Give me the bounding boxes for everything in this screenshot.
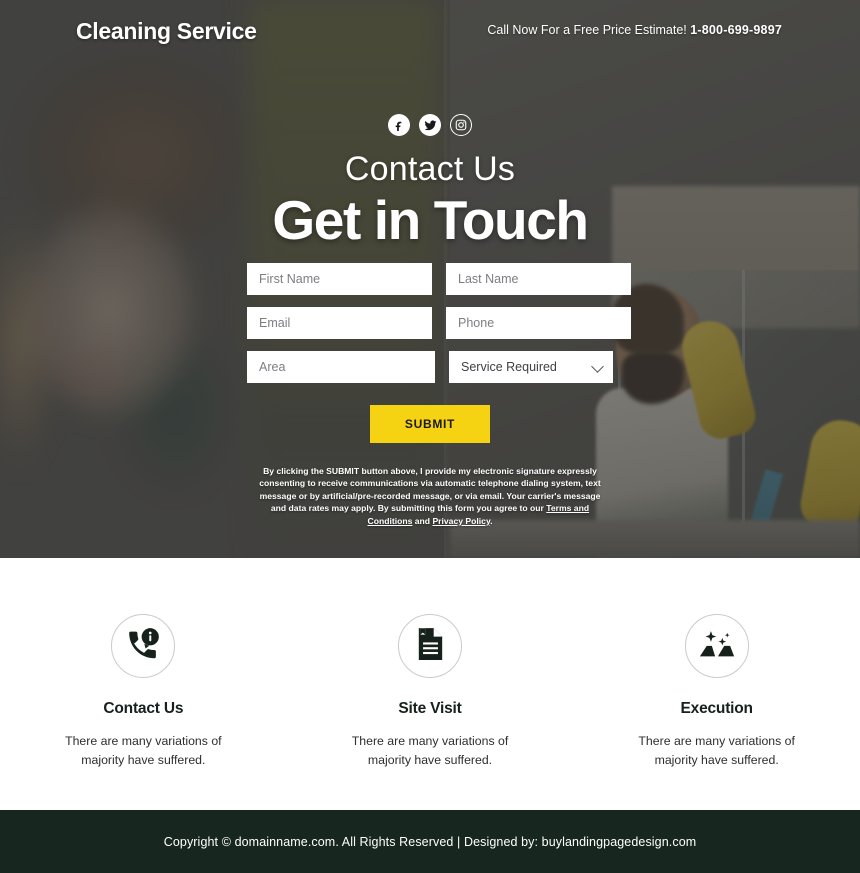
feature-description: There are many variations of majority ha… (65, 734, 222, 768)
disclaimer-conjunction: and (412, 515, 433, 526)
service-required-select[interactable]: Service Required (449, 351, 613, 383)
twitter-icon (424, 119, 437, 132)
twitter-link[interactable] (419, 114, 441, 136)
form-row-service: Service Required (247, 351, 613, 383)
instagram-icon (455, 119, 467, 131)
email-input[interactable] (247, 307, 432, 339)
social-links (0, 114, 860, 136)
feature-site-visit: Site Visit There are many variations of … (287, 558, 574, 810)
submit-button[interactable]: SUBMIT (370, 405, 490, 443)
feature-description: There are many variations of majority ha… (638, 734, 795, 768)
call-now-text: Call Now For a Free Price Estimate! 1-80… (487, 23, 782, 37)
hero-kicker: Contact Us (344, 150, 516, 188)
phone-input[interactable] (446, 307, 631, 339)
feature-title: Site Visit (398, 700, 462, 717)
instagram-link[interactable] (450, 114, 472, 136)
feature-title: Contact Us (103, 700, 184, 717)
area-input[interactable] (247, 351, 435, 383)
top-bar: Cleaning Service Call Now For a Free Pri… (0, 0, 860, 62)
facebook-link[interactable] (388, 114, 410, 136)
consent-disclaimer: By clicking the SUBMIT button above, I p… (247, 465, 613, 527)
feature-description: There are many variations of majority ha… (351, 734, 509, 768)
feature-icon-circle (398, 614, 462, 678)
form-row-name (247, 263, 631, 295)
phone-info-icon (126, 627, 160, 666)
submit-row: SUBMIT (247, 405, 613, 443)
feature-title: Execution (680, 700, 753, 717)
phone-number[interactable]: 1-800-699-9897 (690, 23, 782, 37)
feature-execution: Execution There are many variations of m… (573, 558, 860, 810)
sparkle-clean-icon (698, 628, 736, 665)
service-required-value: Service Required (449, 351, 613, 383)
disclaimer-period: . (490, 515, 493, 526)
hero-section: Cleaning Service Call Now For a Free Pri… (0, 0, 860, 558)
form-row-contact (247, 307, 631, 339)
brand-logo[interactable]: Cleaning Service (76, 18, 257, 45)
privacy-policy-link[interactable]: Privacy Policy (432, 516, 490, 526)
feature-contact-us: Contact Us There are many variations of … (0, 558, 287, 810)
call-now-label: Call Now For a Free Price Estimate! (487, 23, 687, 37)
facebook-icon (393, 119, 405, 131)
landing-page: Cleaning Service Call Now For a Free Pri… (0, 0, 860, 873)
features-section: Contact Us There are many variations of … (0, 558, 860, 810)
feature-icon-circle (684, 614, 749, 678)
contact-form: Service Required SUBMIT By clicking the … (247, 263, 631, 527)
copyright-text: Copyright © domainname.com. All Rights R… (163, 834, 697, 849)
footer: Copyright © domainname.com. All Rights R… (0, 810, 860, 873)
last-name-input[interactable] (446, 263, 631, 295)
document-icon (415, 627, 446, 666)
feature-icon-circle (111, 614, 176, 678)
first-name-input[interactable] (247, 263, 432, 295)
page-title: Get in Touch (272, 189, 589, 251)
